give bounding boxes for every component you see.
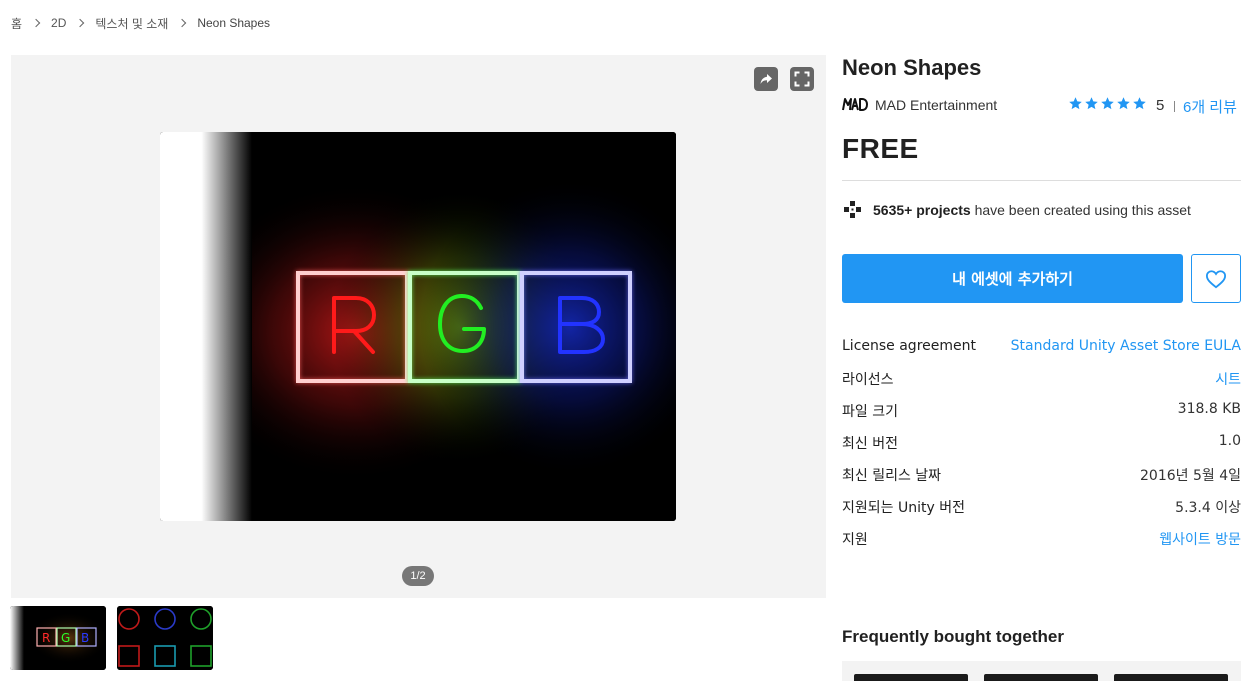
- info-label: 파일 크기: [842, 404, 898, 420]
- fbt-product-card[interactable]: [984, 674, 1098, 681]
- fbt-product-card[interactable]: [854, 674, 968, 681]
- thumbnail-rgb[interactable]: R G B: [10, 606, 106, 670]
- chevron-right-icon: [76, 18, 86, 28]
- star-icon: [1117, 97, 1130, 110]
- add-to-my-assets-button[interactable]: 내 에셋에 추가하기: [842, 254, 1183, 303]
- main-product-image[interactable]: [160, 132, 676, 521]
- info-unity-version: 지원되는 Unity 버전 5.3.4 이상: [842, 497, 1241, 517]
- projects-suffix: have been created using this asset: [974, 202, 1191, 218]
- breadcrumb: 홈 2D 텍스처 및 소재 Neon Shapes: [11, 14, 270, 32]
- image-gallery: 1/2: [11, 55, 826, 598]
- support-website-link[interactable]: 웹사이트 방문: [1159, 529, 1241, 549]
- info-support: 지원 웹사이트 방문: [842, 529, 1241, 549]
- star-icon: [1133, 97, 1146, 110]
- release-date-value: 2016년 5월 4일: [1140, 468, 1241, 484]
- breadcrumb-textures[interactable]: 텍스처 및 소재: [95, 15, 168, 32]
- info-label: 최신 버전: [842, 436, 898, 452]
- heart-icon: [1205, 269, 1227, 288]
- divider: [842, 180, 1241, 181]
- rating-stars: [1068, 96, 1147, 111]
- price: FREE: [842, 133, 919, 164]
- svg-text:B: B: [81, 631, 89, 645]
- file-size-value: 318.8 KB: [1177, 401, 1241, 417]
- info-license: 라이선스 시트: [842, 369, 1241, 389]
- projects-usage-text: 5635+ projects have been created using t…: [873, 202, 1191, 218]
- star-icon: [1101, 97, 1114, 110]
- license-agreement-link[interactable]: Standard Unity Asset Store EULA: [1011, 338, 1241, 354]
- license-link[interactable]: 시트: [1215, 369, 1241, 389]
- breadcrumb-current: Neon Shapes: [197, 16, 271, 30]
- info-release-date: 최신 릴리스 날짜 2016년 5월 4일: [842, 465, 1241, 485]
- product-title: Neon Shapes: [842, 55, 982, 80]
- breadcrumb-2d[interactable]: 2D: [51, 16, 66, 30]
- share-icon: [760, 74, 772, 84]
- info-label: 최신 릴리스 날짜: [842, 468, 942, 484]
- share-button[interactable]: [754, 67, 778, 91]
- info-label: License agreement: [842, 338, 976, 354]
- info-label: 지원되는 Unity 버전: [842, 500, 965, 516]
- latest-version-value: 1.0: [1218, 433, 1241, 449]
- svg-text:G: G: [61, 631, 70, 645]
- info-label: 지원: [842, 532, 868, 548]
- svg-text:R: R: [42, 631, 50, 645]
- thumbnail-shapes[interactable]: [117, 606, 213, 670]
- reviews-link[interactable]: 6개 리뷰: [1183, 96, 1237, 117]
- fullscreen-button[interactable]: [790, 67, 814, 91]
- publisher-link[interactable]: MAD Entertainment: [875, 97, 997, 113]
- chevron-right-icon: [32, 18, 42, 28]
- fbt-product-card[interactable]: [1114, 674, 1228, 681]
- breadcrumb-home[interactable]: 홈: [11, 15, 22, 32]
- info-latest-version: 최신 버전 1.0: [842, 433, 1241, 453]
- info-file-size: 파일 크기 318.8 KB: [842, 401, 1241, 421]
- image-counter: 1/2: [402, 566, 434, 586]
- info-license-agreement: License agreement Standard Unity Asset S…: [842, 338, 1241, 358]
- projects-count: 5635+ projects: [873, 202, 971, 218]
- divider: [1174, 101, 1175, 112]
- chevron-right-icon: [178, 18, 188, 28]
- info-label: 라이선스: [842, 372, 894, 388]
- star-icon: [1069, 97, 1082, 110]
- unity-version-value: 5.3.4 이상: [1175, 500, 1241, 516]
- publisher-logo-icon: [842, 98, 868, 111]
- frequently-bought-together-title: Frequently bought together: [842, 627, 1064, 646]
- star-icon: [1085, 97, 1098, 110]
- fullscreen-icon: [794, 71, 810, 87]
- unity-projects-icon: [844, 201, 861, 218]
- rating-value: 5: [1156, 97, 1165, 114]
- wishlist-button[interactable]: [1191, 254, 1241, 303]
